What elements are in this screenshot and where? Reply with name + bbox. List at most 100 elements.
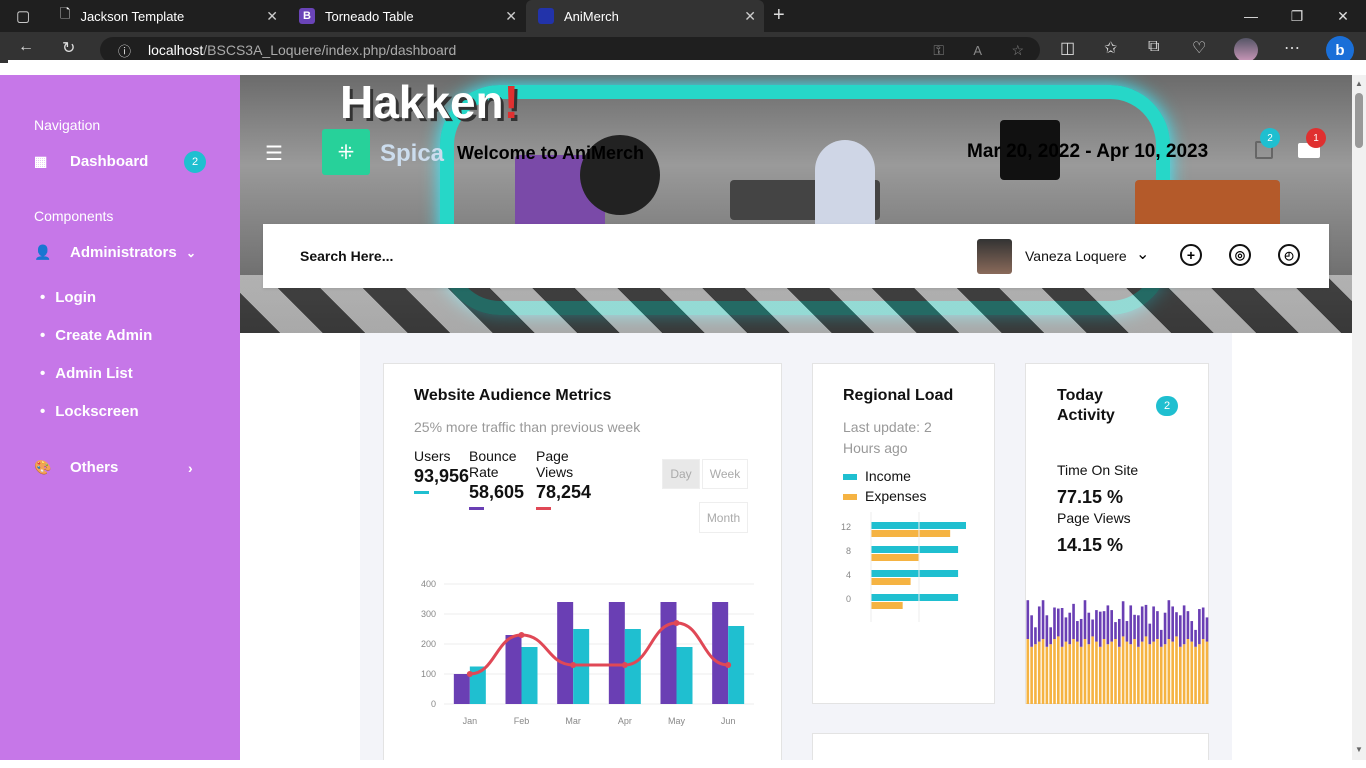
bar-lower — [1076, 641, 1079, 704]
metric-label: Users — [414, 448, 451, 464]
sidebar-item-create-admin[interactable]: Create Admin — [40, 327, 152, 344]
metric-label: Page — [536, 448, 569, 464]
bar-series1 — [505, 635, 522, 704]
favorites-icon[interactable]: ✩ — [1104, 38, 1117, 58]
day-button[interactable]: Day — [662, 459, 700, 489]
menu-icon[interactable]: ☰ — [265, 141, 283, 166]
sidebar-item-dashboard[interactable]: ▦ Dashboard 2 — [34, 150, 206, 173]
clock-icon[interactable]: ◴ — [1278, 244, 1300, 266]
bar-lower — [1121, 636, 1125, 704]
sidebar-item-others[interactable]: 🎨 Others › — [34, 459, 206, 476]
metric-label: Time On Site — [1057, 462, 1139, 478]
line-point — [518, 632, 525, 638]
scroll-down-icon[interactable]: ▼ — [1355, 745, 1363, 754]
bar-expenses — [871, 530, 951, 537]
bar-upper — [1182, 605, 1186, 645]
bar-lower — [1037, 641, 1041, 704]
new-tab-icon[interactable]: + — [773, 4, 785, 27]
favorite-icon[interactable]: ☆ — [1011, 42, 1024, 59]
avatar[interactable] — [977, 239, 1012, 274]
sidebar-item-login[interactable]: Login — [40, 289, 96, 306]
tab-actions-icon[interactable]: ▢ — [16, 7, 30, 25]
brand-logo-icon[interactable]: ⁜ — [322, 129, 370, 175]
tab-torneado-table[interactable]: B Torneado Table ✕ — [287, 0, 525, 32]
globe-icon[interactable]: ◎ — [1229, 244, 1251, 266]
regional-chart: 12 8 4 0 — [841, 512, 966, 622]
bar-upper — [1060, 608, 1064, 647]
sidebar-item-admin-list[interactable]: Admin List — [40, 365, 133, 382]
bar-lower — [1095, 641, 1098, 704]
window-close-icon[interactable]: ✕ — [1320, 0, 1366, 32]
legend-swatch — [843, 494, 857, 501]
y-tick-label: 12 — [841, 522, 851, 532]
bar-upper — [1186, 611, 1190, 639]
scroll-up-icon[interactable]: ▲ — [1355, 79, 1363, 88]
activity-chart — [1026, 600, 1209, 704]
card-subtitle: Last update: 2 — [843, 419, 932, 435]
bootstrap-icon: B — [299, 8, 315, 24]
read-aloud-icon[interactable]: A — [973, 43, 982, 58]
user-icon: 👤 — [34, 244, 52, 260]
collections-icon[interactable]: ⧉ — [1148, 38, 1159, 56]
bar-lower — [1140, 641, 1144, 704]
bar-upper — [1118, 618, 1121, 647]
shop-sign-mark: ! — [503, 76, 519, 128]
y-tick-label: 0 — [431, 699, 436, 709]
bar-lower — [1098, 646, 1102, 704]
minimize-icon[interactable]: — — [1228, 0, 1274, 32]
profile-avatar[interactable] — [1234, 38, 1258, 62]
add-icon[interactable]: + — [1180, 244, 1202, 266]
refresh-icon[interactable]: ↻ — [62, 38, 75, 58]
sidebar-item-label: Create Admin — [55, 327, 153, 344]
chevron-right-icon: › — [188, 459, 193, 476]
sidebar-item-lockscreen[interactable]: Lockscreen — [40, 403, 138, 420]
dashboard-badge: 2 — [184, 150, 206, 173]
bar-upper — [1026, 600, 1030, 639]
next-card — [812, 733, 1209, 760]
sidebar-item-label: Login — [55, 289, 97, 306]
card-title: Today — [1057, 387, 1103, 404]
brand-name[interactable]: Spica — [380, 140, 444, 168]
bar-upper — [1198, 609, 1201, 645]
restore-icon[interactable]: ❐ — [1274, 0, 1320, 32]
tab-title: AniMerch — [564, 8, 619, 24]
bar-income — [871, 570, 959, 577]
month-button[interactable]: Month — [699, 502, 748, 533]
tab-jackson-template[interactable]: 🗋 Jackson Template ✕ — [48, 0, 286, 32]
bar-upper — [1091, 619, 1094, 637]
user-name[interactable]: Vaneza Loquere — [1025, 248, 1127, 264]
chevron-down-icon[interactable]: ⌄ — [1136, 244, 1149, 264]
tab-animerch[interactable]: AniMerch ✕ — [526, 0, 764, 32]
bar-lower — [1072, 639, 1075, 704]
bar-lower — [1129, 644, 1133, 704]
split-screen-icon[interactable]: ◫ — [1060, 38, 1075, 58]
bar-upper — [1057, 608, 1060, 637]
bar-lower — [1190, 641, 1194, 704]
week-button[interactable]: Week — [702, 459, 748, 489]
bar-series1 — [453, 674, 470, 704]
y-tick-label: 300 — [421, 609, 436, 619]
search-input[interactable]: Search Here... — [300, 248, 393, 264]
close-icon[interactable]: ✕ — [266, 8, 278, 25]
y-tick-label: 100 — [421, 669, 436, 679]
bar-upper — [1171, 606, 1174, 642]
health-icon[interactable]: ♡ — [1192, 38, 1206, 58]
close-icon[interactable]: ✕ — [744, 8, 756, 25]
bar-upper — [1140, 606, 1144, 642]
page-scrollbar[interactable]: ▲ ▼ — [1352, 75, 1366, 760]
sidebar-item-administrators[interactable]: 👤 Administrators ⌄ — [34, 244, 206, 261]
back-icon[interactable]: ← — [18, 38, 34, 56]
scroll-thumb[interactable] — [1355, 93, 1363, 148]
bar-series1 — [712, 602, 729, 704]
bar-upper — [1076, 621, 1079, 642]
bar-upper — [1114, 622, 1117, 639]
y-tick-label: 0 — [846, 594, 851, 604]
more-icon[interactable]: ⋯ — [1284, 38, 1300, 58]
y-tick-label: 200 — [421, 639, 436, 649]
close-icon[interactable]: ✕ — [505, 8, 517, 25]
bar-lower — [1144, 636, 1148, 704]
bar-lower — [1205, 641, 1209, 704]
bar-upper — [1068, 612, 1072, 645]
bar-upper — [1072, 603, 1075, 639]
key-icon[interactable]: ⚿ — [933, 42, 944, 59]
